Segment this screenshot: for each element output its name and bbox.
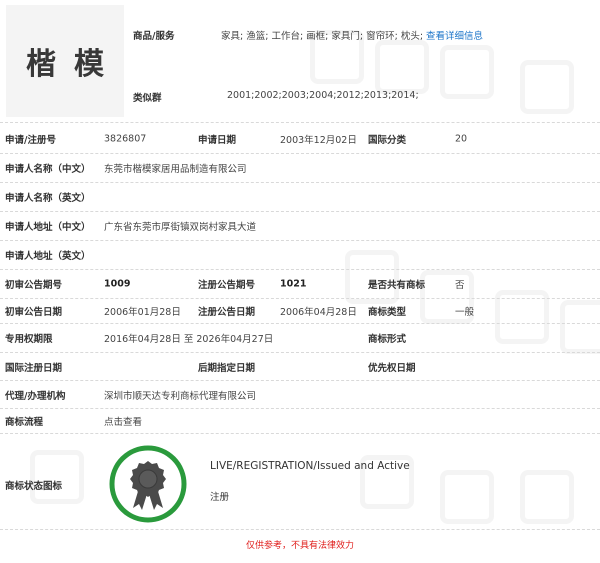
period-value: 2016年04月28日 至 2026年04月27日 — [104, 334, 274, 345]
name-cn-label: 申请人名称（中文） — [5, 164, 91, 175]
registered-status-icon — [109, 445, 187, 523]
agent-value: 深圳市顺天达专利商标代理有限公司 — [104, 390, 257, 402]
intl-class-value: 20 — [455, 133, 468, 144]
trademark-image: 楷模 — [6, 5, 124, 117]
similar-group-label: 类似群 — [133, 93, 162, 104]
row-agent: 代理/办理机构 深圳市顺天达专利商标代理有限公司 — [0, 381, 600, 409]
type-label: 商标类型 — [368, 307, 407, 318]
shared-label: 是否共有商标 — [368, 280, 426, 291]
prelim-date-label: 初审公告日期 — [5, 307, 63, 318]
name-cn-value: 东莞市楷模家居用品制造有限公司 — [104, 164, 247, 175]
goods-value: 家具; 渔篮; 工作台; 画框; 家具门; 窗帘环; 枕头; — [221, 31, 424, 42]
row-name-en: 申请人名称（英文） — [0, 183, 600, 212]
row-dates: 国际注册日期 后期指定日期 优先权日期 — [0, 353, 600, 381]
goods-label: 商品/服务 — [133, 31, 175, 42]
prelim-date-value: 2006年01月28日 — [104, 307, 181, 318]
trademark-logo-text: 楷模 — [26, 47, 122, 82]
app-date-label: 申请日期 — [198, 134, 237, 146]
agent-label: 代理/办理机构 — [5, 390, 66, 402]
reg-no-value: 1021 — [280, 278, 307, 290]
app-no-label: 申请/注册号 — [5, 134, 56, 146]
flow-label: 商标流程 — [5, 417, 44, 428]
addr-cn-value: 广东省东莞市厚街镇双岗村家具大道 — [104, 222, 257, 233]
row-name-cn: 申请人名称（中文） 东莞市楷模家居用品制造有限公司 — [0, 154, 600, 183]
shared-value: 否 — [455, 280, 465, 291]
intl-reg-date-label: 国际注册日期 — [5, 362, 63, 374]
later-date-label: 后期指定日期 — [198, 362, 256, 374]
reg-date-value: 2006年04月28日 — [280, 307, 357, 318]
reg-no-label: 注册公告期号 — [198, 280, 256, 291]
app-no-value: 3826807 — [104, 133, 147, 144]
flow-link[interactable]: 点击查看 — [104, 414, 142, 428]
row-announcement-no: 初审公告期号 1009 注册公告期号 1021 是否共有商标 否 — [0, 270, 600, 299]
row-flow: 商标流程 点击查看 — [0, 409, 600, 434]
intl-class-label: 国际分类 — [368, 134, 407, 146]
type-value: 一般 — [455, 307, 475, 318]
status-en-text: LIVE/REGISTRATION/Issued and Active — [210, 460, 410, 472]
period-label: 专用权期限 — [5, 334, 53, 345]
row-application: 申请/注册号 3826807 申请日期 2003年12月02日 国际分类 20 — [0, 124, 600, 154]
prelim-no-label: 初审公告期号 — [5, 280, 63, 291]
name-en-label: 申请人名称（英文） — [5, 193, 91, 204]
row-addr-en: 申请人地址（英文） — [0, 241, 600, 270]
status-cn-text: 注册 — [210, 492, 230, 503]
row-announcement-date: 初审公告日期 2006年01月28日 注册公告日期 2006年04月28日 商标… — [0, 299, 600, 324]
prelim-no-value: 1009 — [104, 278, 131, 290]
priority-date-label: 优先权日期 — [368, 362, 416, 374]
trademark-header: 楷模 商品/服务 家具; 渔篮; 工作台; 画框; 家具门; 窗帘环; 枕头; … — [0, 0, 600, 123]
row-status: 商标状态图标 LIVE/REGISTRATION/Issued and Acti… — [0, 434, 600, 530]
row-period: 专用权期限 2016年04月28日 至 2026年04月27日 商标形式 — [0, 324, 600, 353]
form-label: 商标形式 — [368, 334, 407, 345]
row-addr-cn: 申请人地址（中文） 广东省东莞市厚街镇双岗村家具大道 — [0, 212, 600, 241]
status-label: 商标状态图标 — [5, 481, 63, 492]
addr-cn-label: 申请人地址（中文） — [5, 222, 91, 233]
reg-date-label: 注册公告日期 — [198, 307, 256, 318]
similar-group-value: 2001;2002;2003;2004;2012;2013;2014; — [227, 90, 419, 101]
addr-en-label: 申请人地址（英文） — [5, 251, 91, 262]
goods-detail-link[interactable]: 查看详细信息 — [426, 28, 483, 42]
app-date-value: 2003年12月02日 — [280, 134, 357, 146]
legal-notice: 仅供参考，不具有法律效力 — [245, 541, 354, 551]
